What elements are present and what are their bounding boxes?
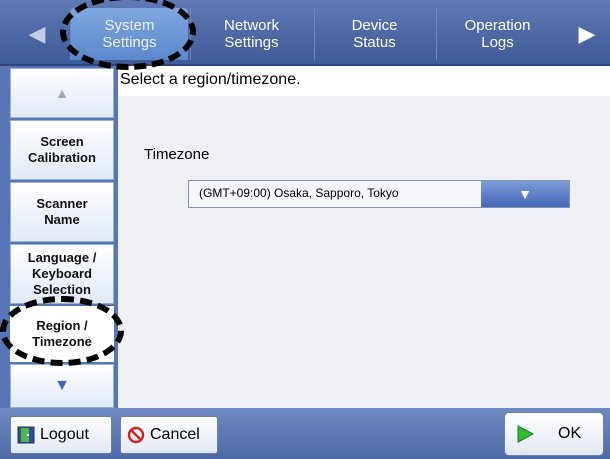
tab-scroll-left-icon[interactable]: ◀ <box>16 8 58 60</box>
sidebar-item-scanner-name[interactable]: Scanner Name <box>10 182 114 242</box>
play-icon <box>515 424 535 444</box>
triangle-up-icon: ▲ <box>55 85 69 101</box>
sidebar-scroll-down-button[interactable]: ▼ <box>10 364 114 408</box>
timezone-dropdown-button[interactable]: ▼ <box>481 181 569 207</box>
logout-button[interactable]: Logout <box>10 416 112 454</box>
tab-operation-logs[interactable]: Operation Logs <box>436 8 558 60</box>
sidebar: ▲ Screen Calibration Scanner Name Langua… <box>0 66 118 408</box>
sidebar-item-region-timezone[interactable]: Region / Timezone <box>10 306 114 362</box>
timezone-value: (GMT+09:00) Osaka, Sapporo, Tokyo <box>199 186 399 200</box>
prohibited-icon <box>127 426 145 444</box>
timezone-select[interactable]: (GMT+09:00) Osaka, Sapporo, Tokyo ▼ <box>188 180 570 208</box>
sidebar-item-language-keyboard[interactable]: Language / Keyboard Selection <box>10 244 114 304</box>
tab-scroll-right-icon[interactable]: ▶ <box>566 8 608 60</box>
triangle-down-icon: ▼ <box>518 186 532 202</box>
sidebar-item-screen-calibration[interactable]: Screen Calibration <box>10 120 114 180</box>
ok-label: OK <box>558 425 582 442</box>
door-icon <box>17 426 35 444</box>
cancel-button[interactable]: Cancel <box>120 416 218 454</box>
tab-network-settings[interactable]: Network Settings <box>190 8 312 60</box>
logout-label: Logout <box>40 426 89 443</box>
instruction-text: Select a region/timezone. <box>118 66 610 96</box>
tab-system-settings[interactable]: System Settings <box>70 8 188 60</box>
sidebar-scroll-up-button[interactable]: ▲ <box>10 68 114 118</box>
triangle-down-icon: ▼ <box>54 377 70 394</box>
main-panel: Select a region/timezone. Timezone (GMT+… <box>118 66 610 408</box>
cancel-label: Cancel <box>150 426 200 443</box>
ok-button[interactable]: OK <box>504 412 604 456</box>
timezone-label: Timezone <box>144 146 210 163</box>
tab-device-status[interactable]: Device Status <box>314 8 434 60</box>
top-tab-bar: ◀ System Settings Network Settings Devic… <box>0 0 610 66</box>
bottom-action-bar: Logout Cancel OK <box>0 408 610 459</box>
